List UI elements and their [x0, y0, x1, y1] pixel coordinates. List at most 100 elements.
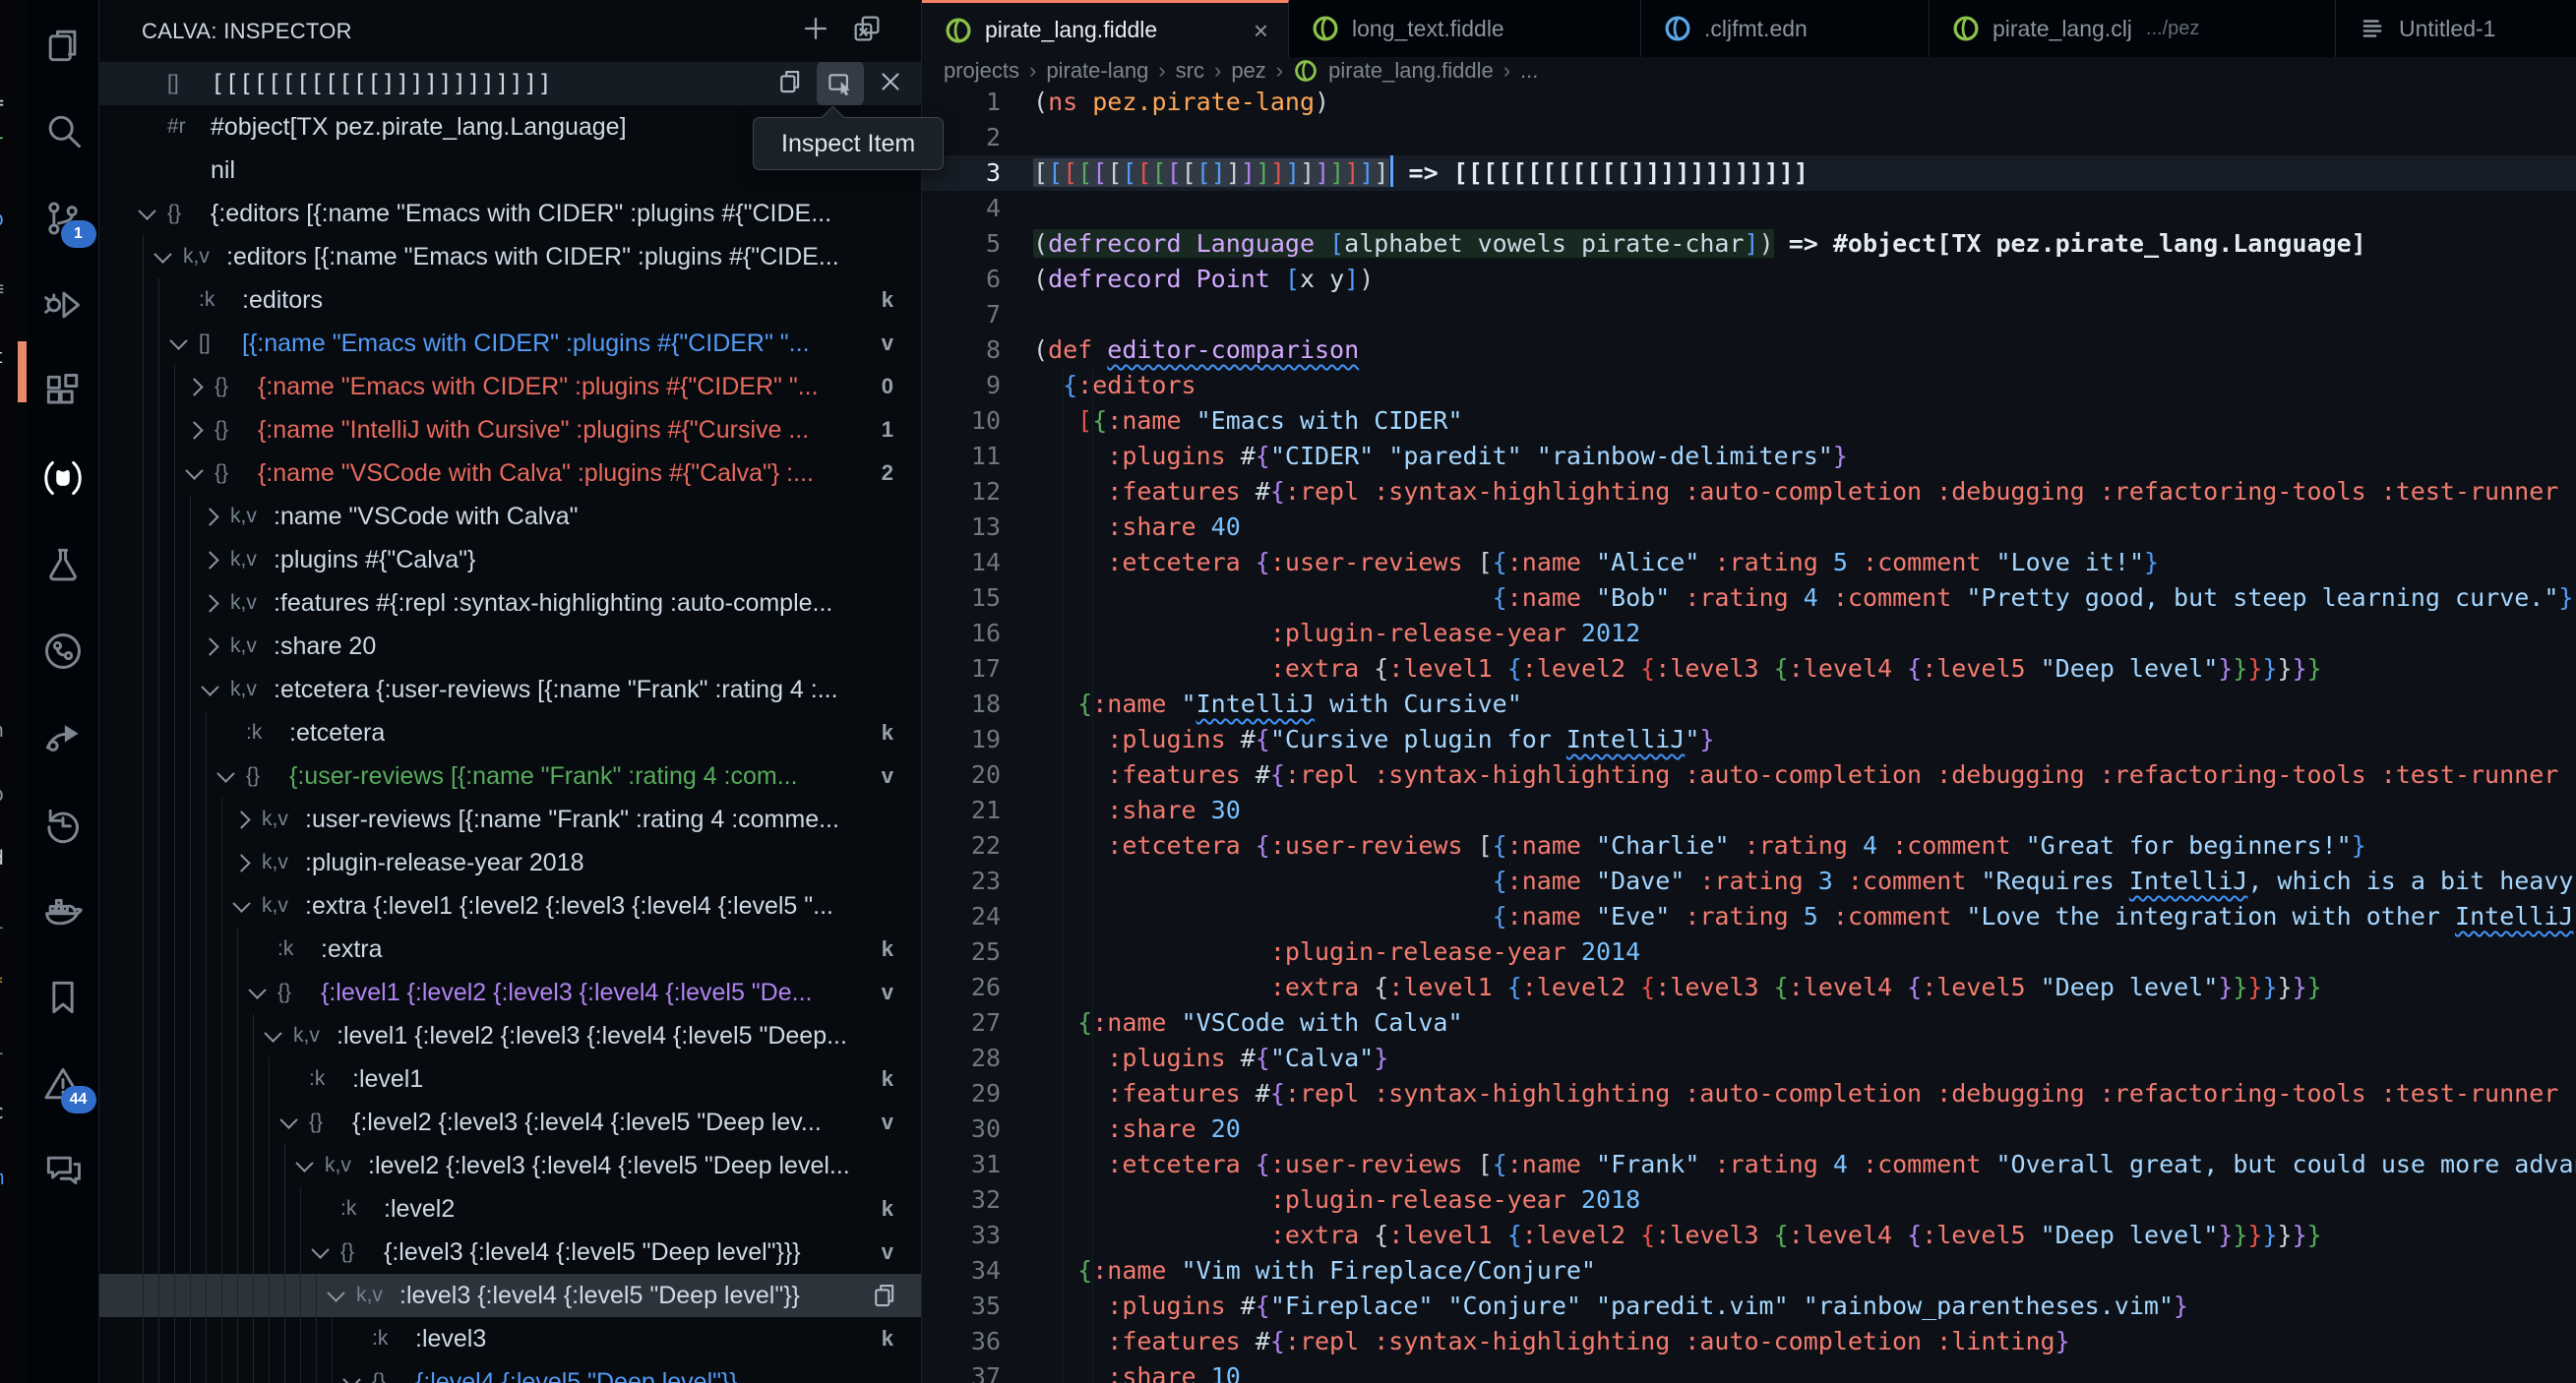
code-line[interactable]: 16 :plugin-release-year 2012	[922, 616, 2576, 651]
tree-row[interactable]: k,v:level3 {:level4 {:level5 "Deep level…	[99, 1274, 921, 1317]
inspect-item-icon[interactable]	[817, 62, 864, 105]
code-line[interactable]: 27 {:name "VSCode with Calva"	[922, 1005, 2576, 1041]
code-line[interactable]: 23 {:name "Dave" :rating 3 :comment "Req…	[922, 864, 2576, 899]
activity-item-warning[interactable]: 44	[35, 1056, 96, 1113]
tree-row[interactable]: k,v:plugins #{"Calva"}	[99, 538, 921, 581]
code-line[interactable]: 19 :plugins #{"Cursive plugin for Intell…	[922, 722, 2576, 757]
tree-row[interactable]: {} {:level2 {:level3 {:level4 {:level5 "D…	[99, 1101, 921, 1144]
tree-row[interactable]: :k:editors k	[99, 278, 921, 322]
tab-long-text-fiddle[interactable]: long_text.fiddle	[1289, 0, 1641, 57]
code-line[interactable]: 30 :share 20	[922, 1112, 2576, 1147]
activity-item-extensions[interactable]	[35, 364, 91, 419]
code-line[interactable]: 25 :plugin-release-year 2014	[922, 934, 2576, 970]
activity-item-calva[interactable]	[35, 451, 91, 506]
tree-row[interactable]: [] [[[[[[[[[[[[]]]]]]]]]]]]	[99, 62, 921, 105]
clear-all-button[interactable]	[850, 12, 884, 50]
tree-row[interactable]: {} {:level4 {:level5 "Deep level"}}	[99, 1360, 921, 1383]
tab--cljfmt-edn[interactable]: .cljfmt.edn	[1641, 0, 1930, 57]
code-line[interactable]: 31 :etcetera {:user-reviews [{:name "Fra…	[922, 1147, 2576, 1182]
code-line[interactable]: 18 {:name "IntelliJ with Cursive"	[922, 687, 2576, 722]
code-line[interactable]: 36 :features #{:repl :syntax-highlightin…	[922, 1324, 2576, 1359]
tree-row[interactable]: {} {:editors [{:name "Emacs with CIDER" :…	[99, 192, 921, 235]
code-line[interactable]: 20 :features #{:repl :syntax-highlightin…	[922, 757, 2576, 793]
tree-row[interactable]: {} {:name "Emacs with CIDER" :plugins #{"…	[99, 365, 921, 408]
tree-row[interactable]: k,v:features #{:repl :syntax-highlightin…	[99, 581, 921, 625]
copy-icon[interactable]	[775, 67, 805, 101]
activity-item-source-control[interactable]: 1	[35, 191, 96, 248]
code-line[interactable]: 28 :plugins #{"Calva"}	[922, 1041, 2576, 1076]
code-line[interactable]: 32 :plugin-release-year 2018	[922, 1182, 2576, 1218]
chevron-down-icon[interactable]	[339, 1369, 372, 1383]
code-line[interactable]: 2	[922, 120, 2576, 155]
code-line[interactable]: 17 :extra {:level1 {:level2 {:level3 {:l…	[922, 651, 2576, 687]
tree-row[interactable]: k,v:share 20	[99, 625, 921, 668]
code-line[interactable]: 33 :extra {:level1 {:level2 {:level3 {:l…	[922, 1218, 2576, 1253]
activity-item-flask[interactable]	[35, 537, 91, 592]
tree-row[interactable]: {} {:name "VSCode with Calva" :plugins #{…	[99, 451, 921, 495]
activity-item-git-circle[interactable]	[35, 624, 91, 679]
code-line[interactable]: 6 (defrecord Point [x y])	[922, 262, 2576, 297]
activity-item-bookmark[interactable]	[35, 970, 91, 1025]
editor[interactable]: 1 (ns pez.pirate-lang) 2 3[[[[[[[[[[[[]]]]]…	[922, 85, 2576, 1383]
code-line[interactable]: 7	[922, 297, 2576, 332]
code-line[interactable]: 12 :features #{:repl :syntax-highlightin…	[922, 474, 2576, 510]
tree-row[interactable]: :k:etcetera k	[99, 711, 921, 754]
tree-row[interactable]: k,v:extra {:level1 {:level2 {:level3 {:l…	[99, 884, 921, 928]
code-line[interactable]: 22 :etcetera {:user-reviews [{:name "Cha…	[922, 828, 2576, 864]
code-line[interactable]: 10 [{:name "Emacs with CIDER"	[922, 403, 2576, 439]
code-line[interactable]: 29 :features #{:repl :syntax-highlightin…	[922, 1076, 2576, 1112]
close-icon[interactable]	[876, 67, 905, 101]
code-line[interactable]: 34 {:name "Vim with Fireplace/Conjure"	[922, 1253, 2576, 1289]
code-line[interactable]: 37 :share 10	[922, 1359, 2576, 1383]
code-line[interactable]: 24 {:name "Eve" :rating 5 :comment "Love…	[922, 899, 2576, 934]
tree-row[interactable]: k,v:editors [{:name "Emacs with CIDER" :…	[99, 235, 921, 278]
code-line[interactable]: 4	[922, 191, 2576, 226]
tree-row[interactable]: k,v:plugin-release-year 2018	[99, 841, 921, 884]
code-line[interactable]: 5 (defrecord Language [alphabet vowels pi…	[922, 226, 2576, 262]
tree-row[interactable]: {} {:user-reviews [{:name "Frank" :rating…	[99, 754, 921, 798]
tree-row[interactable]: k,v:name "VSCode with Calva"	[99, 495, 921, 538]
code-line[interactable]: 35 :plugins #{"Fireplace" "Conjure" "par…	[922, 1289, 2576, 1324]
tree-row[interactable]: :k:extra k	[99, 928, 921, 971]
tree-row[interactable]: k,v:level2 {:level3 {:level4 {:level5 "D…	[99, 1144, 921, 1187]
tree-row[interactable]: k,v:user-reviews [{:name "Frank" :rating…	[99, 798, 921, 841]
activity-item-comments[interactable]	[35, 1143, 91, 1198]
close-icon[interactable]: ×	[1254, 18, 1268, 43]
breadcrumb-item-projects[interactable]: projects	[944, 58, 1019, 84]
tree-row[interactable]: {} {:level1 {:level2 {:level3 {:level4 {:…	[99, 971, 921, 1014]
code-line[interactable]: 9 {:editors	[922, 368, 2576, 403]
breadcrumb-item-pez[interactable]: pez	[1231, 58, 1265, 84]
activity-item-docker[interactable]	[35, 883, 91, 938]
activity-item-search[interactable]	[35, 104, 91, 159]
code-line[interactable]: 11 :plugins #{"CIDER" "paredit" "rainbow…	[922, 439, 2576, 474]
tree-row[interactable]: k,v:etcetera {:user-reviews [{:name "Fra…	[99, 668, 921, 711]
breadcrumb-item--[interactable]: ...	[1520, 58, 1538, 84]
code-line[interactable]: 1 (ns pez.pirate-lang)	[922, 85, 2576, 120]
tab-pirate-lang-clj[interactable]: pirate_lang.clj .../pez	[1930, 0, 2336, 57]
code-line[interactable]: 26 :extra {:level1 {:level2 {:level3 {:l…	[922, 970, 2576, 1005]
activity-item-debug[interactable]	[35, 277, 91, 332]
code-line[interactable]: 3[[[[[[[[[[[[]]]]]]]]]]]] => [[[[[[[[[[[…	[922, 155, 2576, 191]
add-inspector-item-button[interactable]	[799, 12, 832, 50]
breadcrumb-item-src[interactable]: src	[1176, 58, 1204, 84]
tree-row[interactable]: {} {:name "IntelliJ with Cursive" :plugin…	[99, 408, 921, 451]
tree-row[interactable]: [] [{:name "Emacs with CIDER" :plugins #{…	[99, 322, 921, 365]
tree-row[interactable]: k,v:level1 {:level2 {:level3 {:level4 {:…	[99, 1014, 921, 1057]
tree-row[interactable]: :k:level2 k	[99, 1187, 921, 1231]
code-line[interactable]: 15 {:name "Bob" :rating 4 :comment "Pret…	[922, 580, 2576, 616]
activity-item-history[interactable]	[35, 797, 91, 852]
code-line[interactable]: 14 :etcetera {:user-reviews [{:name "Ali…	[922, 545, 2576, 580]
copy-icon[interactable]	[870, 1281, 921, 1310]
activity-item-share-arrow[interactable]	[35, 710, 91, 765]
tree-row[interactable]: :k:level3 k	[99, 1317, 921, 1360]
breadcrumb-item-pirate-lang[interactable]: pirate-lang	[1046, 58, 1148, 84]
code-line[interactable]: 13 :share 40	[922, 510, 2576, 545]
tab-untitled-1[interactable]: Untitled-1	[2336, 0, 2576, 57]
tree-row[interactable]: :k:level1 k	[99, 1057, 921, 1101]
activity-item-files[interactable]	[35, 18, 91, 73]
tree-row[interactable]: {} {:level3 {:level4 {:level5 "Deep level…	[99, 1231, 921, 1274]
breadcrumb-item-pirate-lang-fiddle[interactable]: pirate_lang.fiddle	[1328, 58, 1494, 84]
tab-pirate-lang-fiddle[interactable]: pirate_lang.fiddle ×	[922, 0, 1289, 57]
code-line[interactable]: 21 :share 30	[922, 793, 2576, 828]
chevron-down-icon[interactable]	[135, 201, 167, 220]
